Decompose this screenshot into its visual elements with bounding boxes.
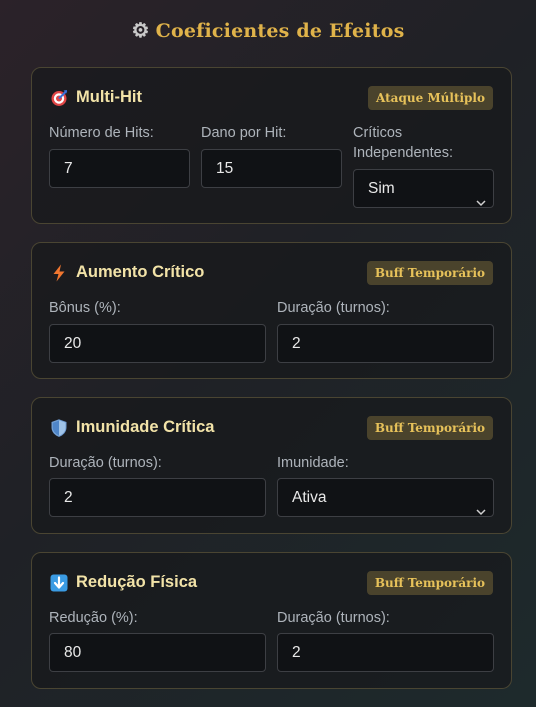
card-badge: Ataque Múltiplo: [368, 86, 493, 110]
duration-input[interactable]: 2: [49, 478, 266, 517]
lightning-icon: [50, 264, 68, 282]
card-header: Multi-Hit Ataque Múltiplo: [50, 86, 493, 112]
card-title: Imunidade Crítica: [50, 418, 214, 437]
card-header: Aumento Crítico Buff Temporário: [50, 261, 493, 287]
card-title-label: Aumento Crítico: [76, 263, 205, 281]
page-title-text: Coeficientes de Efeitos: [155, 20, 405, 42]
card-title-label: Multi-Hit: [76, 88, 142, 106]
card-header: Imunidade Crítica Buff Temporário: [50, 416, 493, 442]
duration-input[interactable]: 2: [277, 324, 494, 363]
card-title-label: Imunidade Crítica: [76, 418, 215, 436]
shield-icon: [50, 418, 68, 437]
immunity-select[interactable]: Ativa: [277, 478, 494, 517]
immunity-value: Ativa: [292, 489, 327, 506]
card-title: Multi-Hit: [50, 88, 142, 107]
independent-crits-label-line2: Independentes:: [353, 145, 453, 161]
card-header: Redução Física Buff Temporário: [50, 571, 493, 597]
down-arrow-icon: [50, 574, 68, 592]
independent-crits-label-line1: Críticos: [353, 125, 403, 141]
bonus-input[interactable]: 20: [49, 324, 266, 363]
independent-crits-select[interactable]: Sim: [353, 169, 494, 208]
immunity-label: Imunidade:: [277, 455, 349, 471]
card-crit-boost: Aumento Crítico Buff Temporário Bônus (%…: [31, 242, 512, 379]
card-badge: Buff Temporário: [366, 416, 493, 440]
chevron-down-icon: [476, 493, 486, 530]
independent-crits-label: Críticos Independentes:: [353, 123, 453, 163]
damage-per-hit-label: Dano por Hit:: [201, 125, 287, 141]
card-crit-immunity: Imunidade Crítica Buff Temporário Duraçã…: [31, 397, 512, 534]
hits-count-label: Número de Hits:: [49, 125, 154, 141]
page-title: ⚙ Coeficientes de Efeitos: [0, 18, 536, 42]
duration-input[interactable]: 2: [277, 633, 494, 672]
damage-per-hit-input[interactable]: 15: [201, 149, 342, 188]
card-title: Aumento Crítico: [50, 263, 204, 282]
duration-label: Duração (turnos):: [277, 300, 390, 316]
card-badge: Buff Temporário: [366, 261, 493, 285]
bonus-label: Bônus (%):: [49, 300, 121, 316]
hits-count-input[interactable]: 7: [49, 149, 190, 188]
reduction-label: Redução (%):: [49, 610, 138, 626]
chevron-down-icon: [476, 184, 486, 221]
card-physical-reduction: Redução Física Buff Temporário Redução (…: [31, 552, 512, 689]
card-title-label: Redução Física: [76, 573, 198, 591]
reduction-input[interactable]: 80: [49, 633, 266, 672]
card-badge: Buff Temporário: [366, 571, 493, 595]
duration-label: Duração (turnos):: [49, 455, 162, 471]
target-icon: [50, 89, 68, 107]
card-title: Redução Física: [50, 573, 197, 592]
card-multi-hit: Multi-Hit Ataque Múltiplo Número de Hits…: [31, 67, 512, 224]
independent-crits-value: Sim: [368, 180, 395, 197]
duration-label: Duração (turnos):: [277, 610, 390, 626]
gear-icon: ⚙: [131, 18, 150, 42]
